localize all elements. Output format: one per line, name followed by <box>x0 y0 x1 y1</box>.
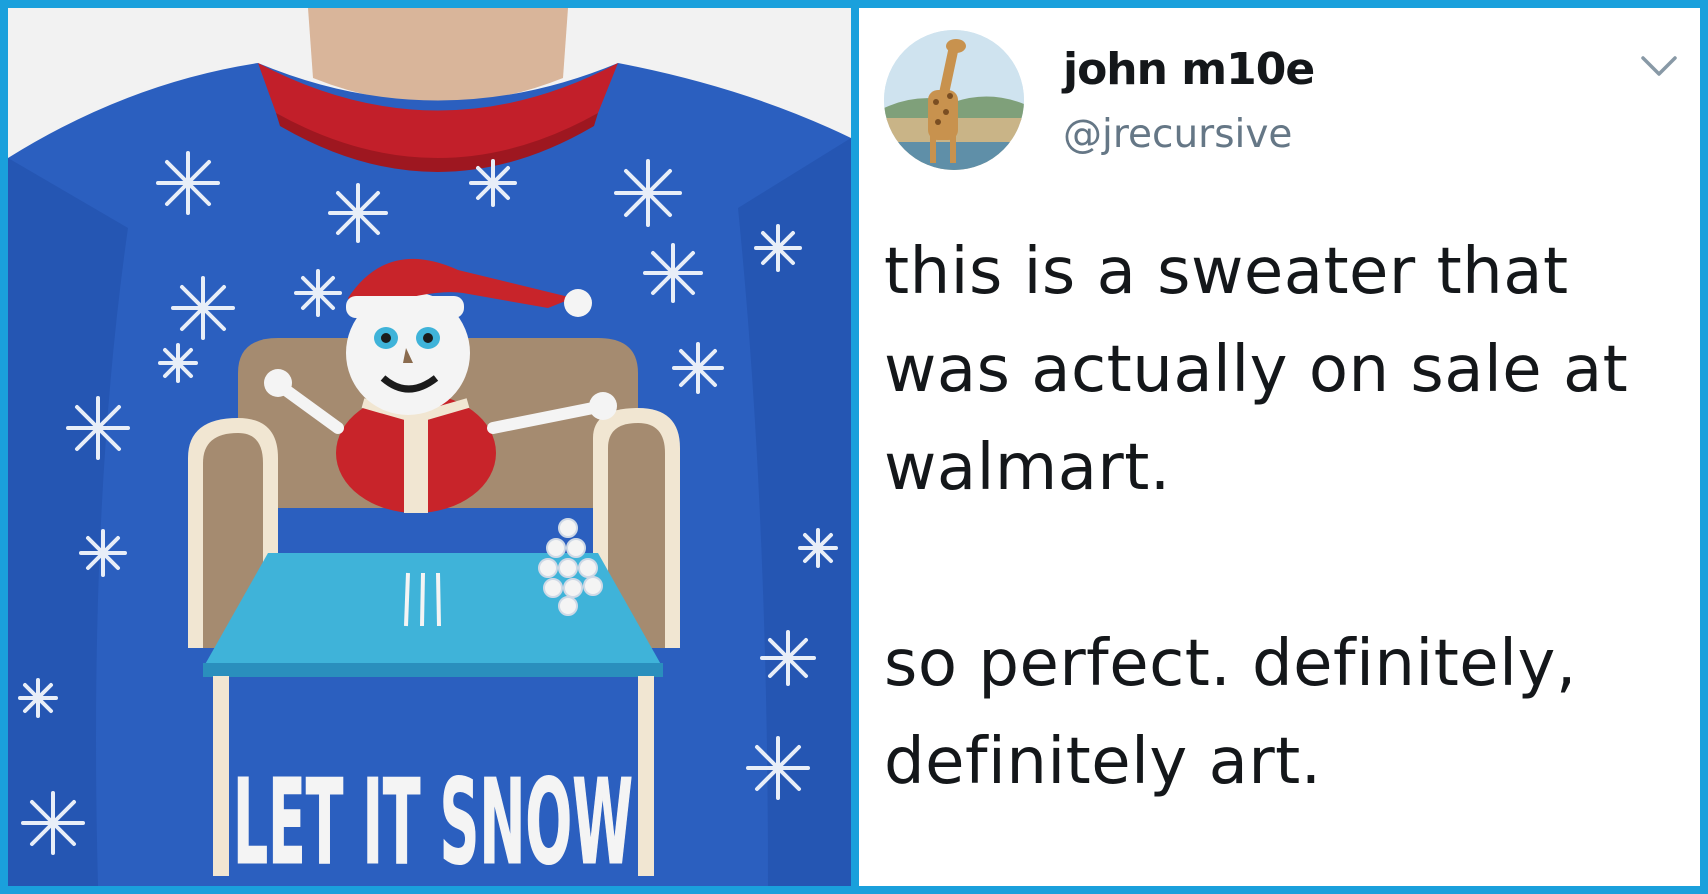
neck <box>308 8 568 103</box>
giraffe-avatar[interactable] <box>884 30 1024 170</box>
author-handle[interactable]: @jrecursive <box>1063 112 1292 157</box>
sweater-slogan: LET IT SNOW <box>233 753 633 886</box>
tweet-card: john m10e @jrecursive this is a sweater … <box>859 8 1700 886</box>
sweater-photo: LET IT SNOW <box>8 8 851 886</box>
author-name[interactable]: john m10e <box>1063 44 1315 95</box>
sweater-illustration: LET IT SNOW <box>8 8 851 886</box>
tweet-text: this is a sweater that was actually on s… <box>884 235 1629 799</box>
chevron-down-icon[interactable] <box>1629 48 1689 88</box>
giraffe-icon <box>884 30 1024 170</box>
